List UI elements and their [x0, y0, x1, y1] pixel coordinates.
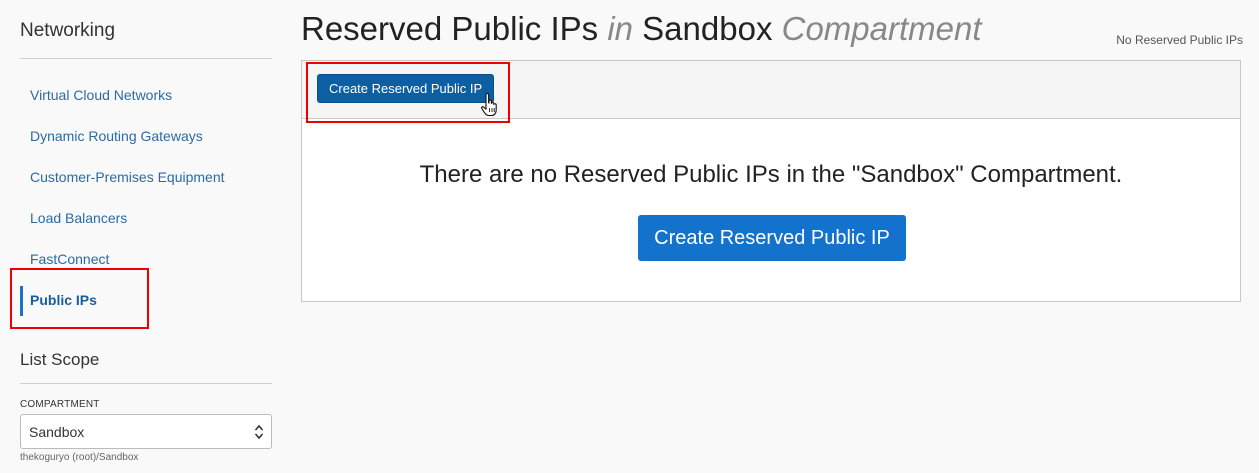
sidebar-item-load-balancers[interactable]: Load Balancers — [20, 197, 272, 238]
compartment-select-value: Sandbox — [29, 423, 85, 440]
resource-panel: Create Reserved Public IP There are no R… — [301, 60, 1241, 302]
compartment-label: COMPARTMENT — [20, 399, 100, 410]
highlight-box-public-ips — [10, 268, 149, 329]
compartment-path: thekoguryo (root)/Sandbox — [20, 452, 139, 463]
hand-pointer-icon — [481, 92, 497, 117]
chevron-up-down-icon — [254, 424, 264, 440]
create-reserved-public-ip-cta-button[interactable]: Create Reserved Public IP — [638, 215, 906, 261]
compartment-select[interactable]: Sandbox — [20, 414, 272, 449]
empty-state-message: There are no Reserved Public IPs in the … — [419, 161, 1123, 188]
sidebar-item-virtual-cloud-networks[interactable]: Virtual Cloud Networks — [20, 74, 272, 115]
sidebar: Networking Virtual Cloud Networks Dynami… — [20, 0, 272, 473]
panel-toolbar: Create Reserved Public IP — [302, 61, 1240, 123]
page-title-in: in — [607, 10, 633, 47]
page-title-resource: Reserved Public IPs — [301, 10, 599, 47]
sidebar-title: Networking — [20, 20, 116, 41]
sidebar-item-dynamic-routing-gateways[interactable]: Dynamic Routing Gateways — [20, 115, 272, 156]
list-scope-title: List Scope — [20, 350, 100, 369]
page-title: Reserved Public IPs in Sandbox Compartme… — [301, 10, 982, 48]
sidebar-item-customer-premises-equipment[interactable]: Customer-Premises Equipment — [20, 156, 272, 197]
result-count: No Reserved Public IPs — [1116, 33, 1243, 47]
page-title-suffix: Compartment — [781, 10, 982, 47]
page-title-compartment: Sandbox — [642, 10, 773, 47]
sidebar-divider — [20, 58, 272, 59]
scope-divider — [20, 383, 272, 384]
